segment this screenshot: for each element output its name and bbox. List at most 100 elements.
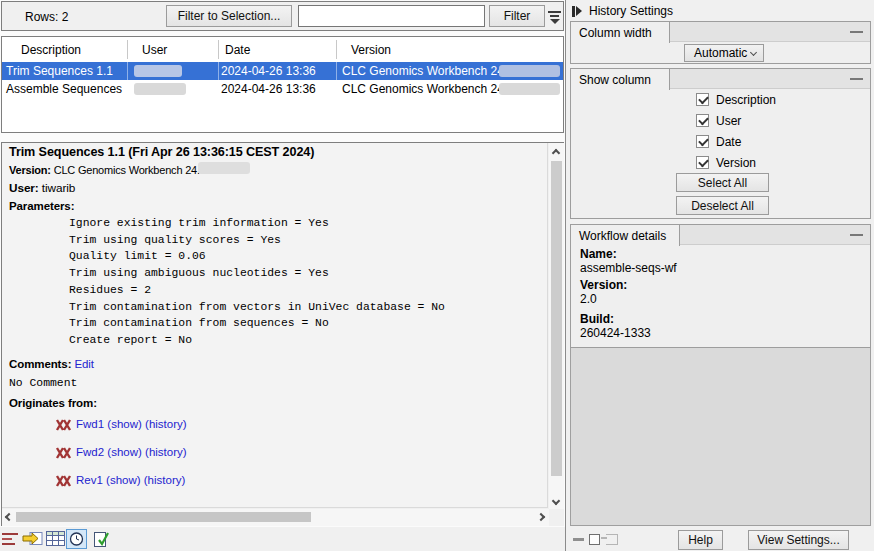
checkbox-checked[interactable] [696, 135, 709, 148]
originates-from-label: Originates from: [9, 396, 97, 410]
no-comment-text: No Comment [9, 376, 77, 390]
collapse-panel-icon [572, 6, 575, 17]
history-lines-icon[interactable] [2, 533, 18, 545]
col-header-version[interactable]: Version [351, 43, 391, 57]
sequence-xx-icon [55, 447, 72, 459]
vertical-scrollbar[interactable] [549, 143, 564, 509]
notes-check-icon[interactable] [92, 531, 110, 551]
origin-row: Rev1 (show) (history) [55, 474, 515, 488]
cell-description: Assemble Sequences [6, 82, 122, 96]
show-column-section: Show column Description User Date Versio… [570, 68, 871, 219]
checkbox-label: User [716, 114, 741, 128]
workflow-version-value: 2.0 [580, 292, 597, 306]
col-header-date[interactable]: Date [225, 43, 250, 57]
show-column-tab[interactable]: Show column [571, 69, 670, 90]
parameter-line: Trim contamination from vectors in UniVe… [69, 299, 445, 316]
filter-to-selection-button[interactable]: Filter to Selection... [166, 5, 292, 27]
origin-row: Fwd2 (show) (history) [55, 446, 515, 460]
details-comments-line: Comments: Edit [9, 357, 94, 371]
cell-version: CLC Genomics Workbench 24. [342, 64, 507, 78]
checkbox-checked[interactable] [696, 156, 709, 169]
details-viewport: Trim Sequences 1.1 (Fri Apr 26 13:36:15 … [2, 143, 548, 508]
settings-panel-title: History Settings [589, 4, 673, 18]
scrollbar-corner [549, 509, 564, 526]
origin-show-link[interactable]: (show) [107, 418, 142, 430]
help-button[interactable]: Help [678, 530, 723, 550]
origin-name-link[interactable]: Fwd1 [76, 418, 104, 430]
select-all-button[interactable]: Select All [676, 173, 769, 192]
details-parameters-label: Parameters: [9, 199, 74, 213]
parameter-line: Trim using ambiguous nucleotides = Yes [69, 265, 445, 282]
clc-history-window: Rows: 2 Filter to Selection... Filter De… [0, 0, 874, 551]
sequence-xx-icon [55, 419, 72, 431]
origin-row: Fwd1 (show) (history) [55, 418, 515, 432]
collapse-section-icon[interactable] [850, 31, 863, 33]
checkbox-checked[interactable] [696, 114, 709, 127]
dock-side-icon [606, 534, 618, 545]
collapse-section-icon[interactable] [850, 78, 863, 80]
settings-panel-header[interactable]: History Settings [572, 3, 673, 19]
parameter-line: Trim using quality scores = Yes [69, 232, 445, 249]
details-version-line: Version: CLC Genomics Workbench 24. [9, 163, 200, 177]
table-row[interactable]: Assemble Sequences 2024-04-26 13:36 CLC … [2, 80, 563, 97]
column-width-section: Column width Automatic [570, 21, 871, 64]
col-header-description[interactable]: Description [21, 43, 81, 57]
origin-history-link[interactable]: (history) [145, 418, 187, 430]
filter-funnel-icon[interactable] [547, 9, 563, 25]
parameter-line: Trim contamination from sequences = No [69, 315, 445, 332]
horizontal-scroll-thumb[interactable] [16, 512, 311, 522]
checkbox-label: Date [716, 135, 741, 149]
redacted-version-detail [198, 162, 250, 174]
workflow-build-value: 260424-1333 [580, 326, 651, 340]
workflow-version-label: Version: [580, 278, 627, 292]
deselect-all-button[interactable]: Deselect All [676, 196, 769, 215]
column-width-dropdown[interactable]: Automatic [684, 44, 764, 62]
checkbox-label: Description [716, 93, 776, 107]
view-switch-bar [0, 527, 566, 551]
workflow-name-label: Name: [580, 247, 617, 261]
table-view-icon[interactable] [46, 531, 65, 549]
filter-input[interactable] [298, 5, 485, 27]
checkbox-checked[interactable] [696, 93, 709, 106]
parameter-line: Create report = No [69, 332, 445, 349]
workflow-details-tab[interactable]: Workflow details [571, 225, 680, 246]
scroll-right-icon[interactable] [537, 513, 545, 521]
collapse-section-icon[interactable] [850, 234, 863, 236]
float-window-icon[interactable] [589, 534, 600, 545]
origin-name-link[interactable]: Fwd2 [76, 446, 104, 458]
redacted-user [134, 83, 186, 95]
scroll-up-icon[interactable] [552, 149, 560, 157]
origin-history-link[interactable]: (history) [144, 474, 186, 486]
collapse-icon[interactable] [573, 538, 584, 541]
cell-date: 2024-04-26 13:36 [221, 64, 316, 78]
sequence-xx-icon [55, 475, 72, 487]
edit-comments-link[interactable]: Edit [74, 358, 93, 370]
parameters-list: Ignore existing trim information = YesTr… [69, 215, 445, 349]
details-user-line: User: tiwarib [9, 181, 75, 195]
filter-button[interactable]: Filter [489, 5, 545, 27]
horizontal-scrollbar[interactable] [2, 509, 549, 526]
view-settings-button[interactable]: View Settings... [748, 530, 849, 550]
scroll-down-icon[interactable] [552, 497, 560, 505]
workflow-name-value: assemble-seqs-wf [580, 261, 677, 275]
scroll-left-icon[interactable] [5, 513, 13, 521]
origin-history-link[interactable]: (history) [145, 446, 187, 458]
cell-version: CLC Genomics Workbench 24 [342, 82, 504, 96]
settings-panel-filler [570, 348, 871, 526]
workflow-build-label: Build: [580, 312, 614, 326]
settings-bottom-bar: Help View Settings... [566, 527, 874, 551]
origin-name-link[interactable]: Rev1 [76, 474, 103, 486]
checkbox-label: Version [716, 156, 756, 170]
history-clock-icon[interactable] [66, 529, 87, 549]
origin-show-link[interactable]: (show) [107, 446, 142, 458]
column-width-tab[interactable]: Column width [571, 22, 670, 43]
element-info-icon[interactable] [22, 531, 44, 550]
workflow-details-section: Workflow details Name: assemble-seqs-wf … [570, 224, 871, 348]
origin-show-link[interactable]: (show) [106, 474, 141, 486]
col-header-user[interactable]: User [142, 43, 167, 57]
history-details-panel: Trim Sequences 1.1 (Fri Apr 26 13:36:15 … [1, 142, 564, 526]
details-title: Trim Sequences 1.1 (Fri Apr 26 13:36:15 … [9, 145, 314, 159]
rows-count-label: Rows: 2 [25, 10, 68, 24]
vertical-scroll-thumb[interactable] [551, 161, 562, 476]
table-row[interactable]: Trim Sequences 1.1 2024-04-26 13:36 CLC … [2, 62, 563, 80]
